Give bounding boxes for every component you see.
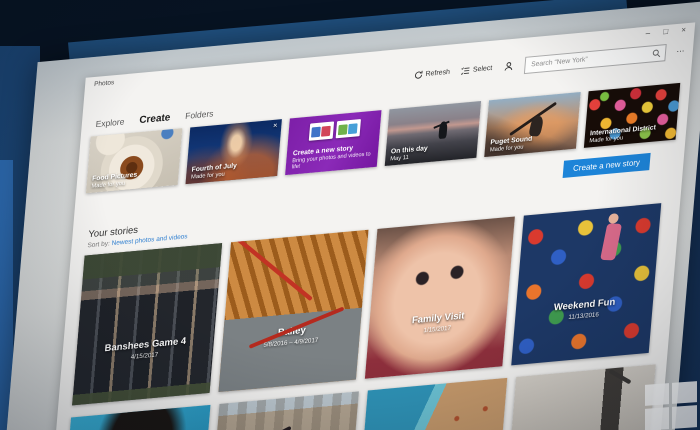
story-card-fourth-of-july[interactable]: × Fourth of July Made for you bbox=[185, 119, 282, 185]
refresh-label: Refresh bbox=[425, 68, 451, 78]
story-card-puget-sound[interactable]: Puget Sound Made for you bbox=[484, 91, 581, 157]
story-family-visit[interactable]: Family Visit 1/15/2017 bbox=[364, 216, 515, 379]
windows-logo-pane bbox=[645, 407, 669, 430]
card-caption: Puget Sound Made for you bbox=[490, 136, 533, 154]
card-caption: Create a new story Bring your photos and… bbox=[291, 142, 378, 171]
windows-logo-watermark bbox=[645, 381, 697, 430]
card-caption: Fourth of July Made for you bbox=[191, 162, 237, 180]
maximize-button[interactable]: □ bbox=[656, 24, 675, 39]
people-icon bbox=[504, 62, 512, 71]
photo-swimmer-goggles[interactable] bbox=[60, 404, 211, 430]
story-caption: Family Visit 1/15/2017 bbox=[368, 306, 507, 339]
story-weekend-fun[interactable]: Weekend Fun 11/13/2016 bbox=[511, 203, 662, 366]
select-icon bbox=[460, 66, 470, 75]
people-button[interactable] bbox=[503, 61, 514, 72]
refresh-icon bbox=[414, 70, 423, 79]
app-title: Photos bbox=[93, 79, 115, 89]
create-new-story-card[interactable]: Create a new story Bring your photos and… bbox=[285, 110, 382, 176]
photo-city-arms-raised[interactable] bbox=[209, 391, 359, 430]
story-caption: Bailey 5/8/2016 – 4/9/2017 bbox=[222, 320, 361, 353]
story-card-food-pictures[interactable]: Food Pictures Made for you bbox=[85, 128, 183, 194]
projection-screen: Photos – □ × Refresh Select Search “New … bbox=[1, 0, 700, 430]
photo-aerial-coastline[interactable] bbox=[357, 377, 508, 430]
photo-stack-icon bbox=[288, 117, 381, 143]
close-icon[interactable]: × bbox=[273, 121, 278, 131]
story-bailey[interactable]: Bailey 5/8/2016 – 4/9/2017 bbox=[218, 229, 369, 393]
tab-folders[interactable]: Folders bbox=[185, 108, 214, 121]
windows-logo-pane bbox=[672, 405, 697, 429]
select-button[interactable]: Select bbox=[460, 63, 493, 75]
photos-app-window: Photos – □ × Refresh Select Search “New … bbox=[50, 22, 696, 430]
tab-create[interactable]: Create bbox=[139, 112, 171, 126]
search-input[interactable] bbox=[528, 48, 652, 70]
create-new-story-button[interactable]: Create a new story bbox=[562, 152, 651, 178]
refresh-button[interactable]: Refresh bbox=[413, 67, 450, 79]
story-card-international-district[interactable]: International District Made for you bbox=[583, 82, 681, 148]
card-caption: On this day May 11 bbox=[390, 145, 428, 163]
card-caption: Food Pictures Made for you bbox=[91, 171, 137, 189]
stage-photo: Photos – □ × Refresh Select Search “New … bbox=[0, 0, 700, 430]
card-caption: International District Made for you bbox=[589, 124, 656, 144]
story-card-on-this-day[interactable]: On this day May 11 bbox=[384, 101, 482, 167]
sort-by-label: Sort by: bbox=[87, 240, 111, 250]
photo-man-with-bear[interactable] bbox=[506, 364, 656, 430]
see-more-button[interactable]: ⋯ bbox=[676, 46, 685, 56]
close-button[interactable]: × bbox=[674, 23, 693, 38]
select-label: Select bbox=[472, 64, 493, 74]
windows-logo-pane bbox=[672, 381, 697, 404]
windows-logo-pane bbox=[645, 383, 669, 406]
window-controls: – □ × bbox=[638, 23, 693, 41]
tab-explore[interactable]: Explore bbox=[95, 116, 125, 129]
minimize-button[interactable]: – bbox=[638, 26, 657, 41]
story-banshees-game-4[interactable]: Banshees Game 4 4/15/2017 bbox=[72, 243, 223, 406]
story-caption: Weekend Fun 11/13/2016 bbox=[515, 293, 654, 326]
search-icon bbox=[652, 49, 660, 57]
story-caption: Banshees Game 4 4/15/2017 bbox=[75, 333, 214, 366]
